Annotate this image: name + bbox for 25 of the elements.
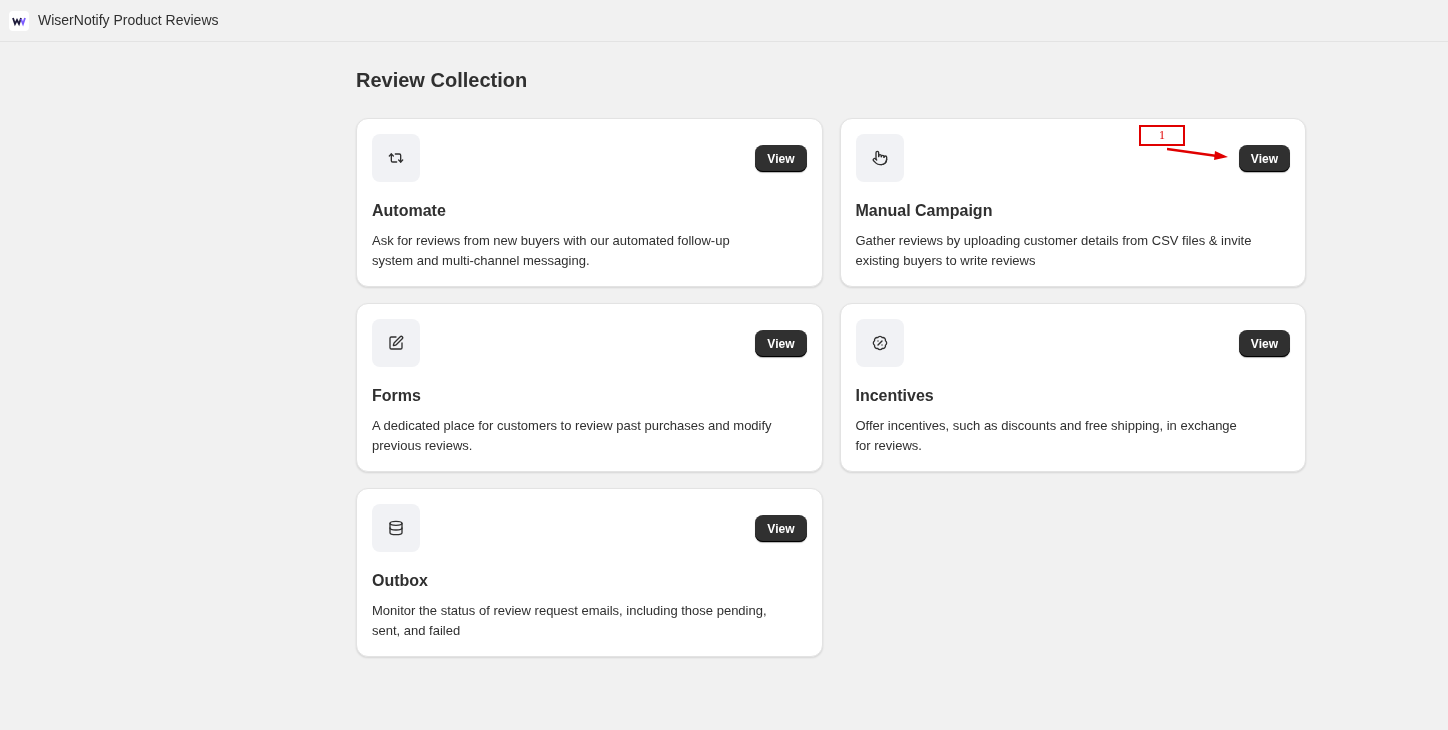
view-button[interactable]: View bbox=[755, 145, 807, 172]
card-title: Manual Campaign bbox=[855, 201, 994, 221]
annotation-label: 1 bbox=[1139, 125, 1185, 146]
card-description: Offer incentives, such as discounts and free shipping, in exchange for reviews. bbox=[855, 417, 1238, 455]
annotation-arrow bbox=[1167, 147, 1228, 160]
card-description: Monitor the status of review request emails, including those pending, sent, and failed bbox=[372, 602, 768, 640]
view-button[interactable]: View bbox=[755, 330, 807, 357]
app-logo-icon bbox=[9, 10, 29, 31]
percent-badge-icon bbox=[871, 335, 888, 351]
card-description: Gather reviews by uploading customer details from CSV files & invite existing buyers to write reviews bbox=[855, 232, 1253, 270]
card-title: Outbox bbox=[372, 571, 429, 591]
card-title: Incentives bbox=[855, 386, 935, 406]
pointing-hand-icon bbox=[871, 150, 888, 166]
card-description: A dedicated place for customers to review past purchases and modify previous reviews. bbox=[372, 417, 772, 455]
page-title: Review Collection bbox=[356, 68, 529, 92]
database-icon bbox=[388, 520, 404, 536]
card-title: Forms bbox=[372, 386, 422, 406]
card-title: Automate bbox=[372, 201, 447, 221]
view-button[interactable]: View bbox=[1238, 145, 1290, 172]
view-button[interactable]: View bbox=[755, 515, 807, 542]
card-description: Ask for reviews from new buyers with our automated follow-up system and multi-channel messaging. bbox=[372, 232, 731, 270]
repeat-arrows-icon bbox=[388, 150, 404, 166]
app-title: WiserNotify Product Reviews bbox=[38, 11, 219, 30]
view-button[interactable]: View bbox=[1238, 330, 1290, 357]
pen-square-icon bbox=[388, 335, 404, 351]
